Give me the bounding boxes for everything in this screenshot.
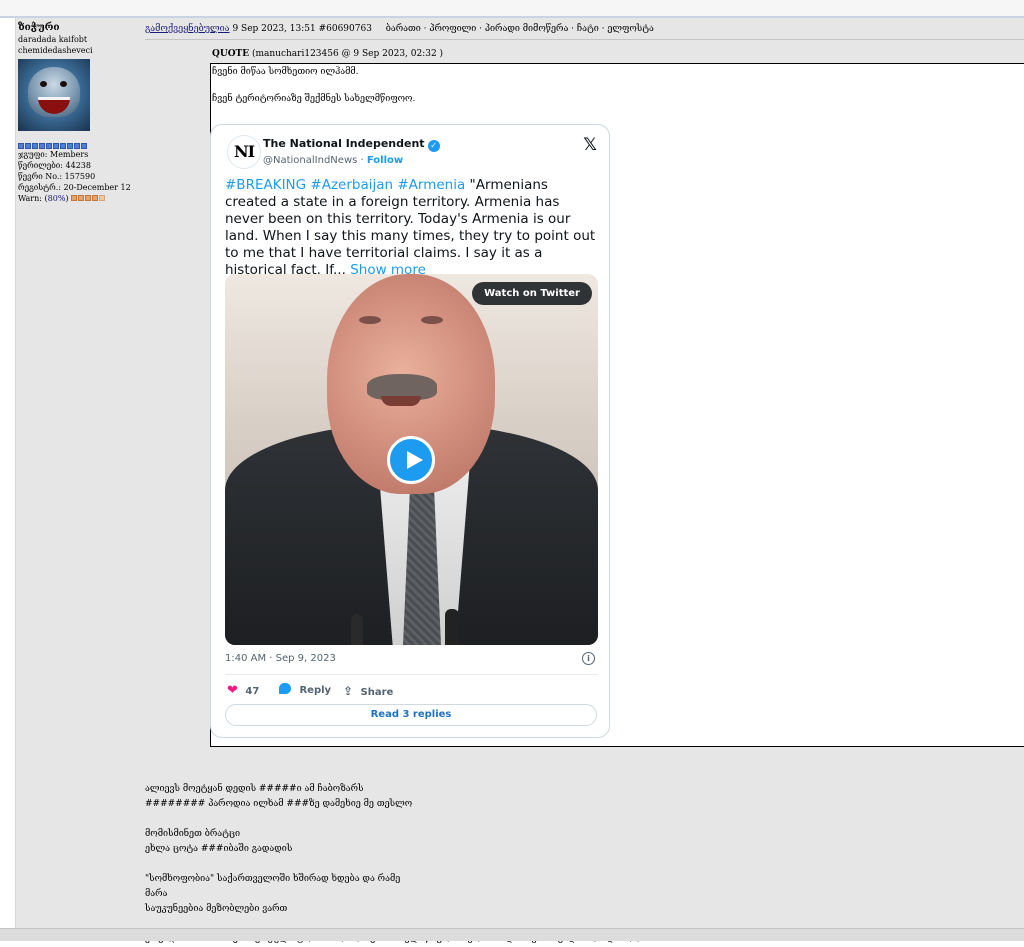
user-info-column: ზიჭური daradada kaifobt chemidedasheveci… — [18, 22, 138, 204]
warn-pip — [92, 195, 99, 201]
user-posts: წერილები: 44238 — [18, 161, 91, 170]
read-replies-button[interactable]: Read 3 replies — [225, 704, 597, 726]
warn-value[interactable]: 80% — [48, 194, 66, 203]
avatar — [18, 59, 90, 131]
share-icon: ⇪ — [343, 684, 354, 698]
user-group: ჯგუფი: Members — [18, 150, 89, 159]
tweet-logo[interactable]: NI — [227, 135, 261, 169]
top-strip — [0, 0, 1024, 18]
like-count: 47 — [245, 686, 260, 697]
tweet-divider — [225, 674, 597, 675]
user-member-no: წევრი No.: 157590 — [18, 172, 96, 181]
verified-icon: ✓ — [427, 140, 440, 152]
tweet-video[interactable]: Watch on Twitter — [225, 274, 598, 645]
post-id-link[interactable]: #60690763 — [319, 24, 372, 34]
bottom-scrollbar[interactable] — [0, 928, 1024, 941]
user-title-2: chemidedasheveci — [18, 46, 93, 55]
tweet-text: #BREAKING #Azerbaijan #Armenia "Armenian… — [225, 177, 596, 278]
username[interactable]: ზიჭური — [18, 22, 138, 34]
tweet-hashtags[interactable]: #BREAKING #Azerbaijan #Armenia — [225, 177, 465, 193]
warn-pip — [71, 195, 78, 201]
post-body: ალიევს მოეტყან დედის #####ი ამ ჩაბოზარს … — [145, 784, 644, 944]
post-datetime: 9 Sep 2023, 13:51 — [232, 24, 316, 34]
tweet-actions: ❤ 47 Reply ⇪ Share — [225, 682, 597, 700]
follow-link[interactable]: Follow — [367, 155, 403, 166]
tweet-handle: @NationalIndNews · Follow — [263, 155, 404, 166]
tweet-timestamp[interactable]: 1:40 AM · Sep 9, 2023 — [225, 653, 336, 664]
quote-line-1: ჩვენი მიწაა სომხეთიო ილჰამმ. — [212, 67, 359, 77]
reply-button[interactable]: Reply — [279, 682, 331, 700]
x-logo-icon[interactable]: 𝕏 — [583, 135, 597, 155]
reply-bubble-icon — [279, 683, 291, 694]
quote-meta: (manuchari123456 @ 9 Sep 2023, 02:32 ) — [251, 49, 444, 59]
like-button[interactable]: ❤ 47 — [227, 682, 259, 701]
user-title-1: daradada kaifobt — [18, 35, 88, 44]
warn-pip — [99, 195, 106, 201]
post-header: გამოქვეყნებულია 9 Sep 2023, 13:51 #60690… — [145, 24, 654, 34]
post-header-links[interactable]: ბარათი · პროფილი · პირადი მიმოწერა · ჩატ… — [386, 24, 654, 34]
quote-line-2: ჩვენ ტერიტორიაზე შექმნეს სახელმწიფოო. — [212, 94, 416, 104]
embedded-tweet[interactable]: NI The National Independent ✓ @NationalIn… — [210, 124, 610, 738]
left-gutter — [0, 18, 16, 940]
info-icon[interactable]: i — [582, 652, 595, 665]
header-divider — [145, 39, 1024, 40]
posted-link[interactable]: გამოქვეყნებულია — [145, 24, 230, 34]
user-registered: რეგისტრ.: 20-December 12 — [18, 183, 131, 192]
heart-icon: ❤ — [227, 683, 238, 698]
warn-pip — [78, 195, 85, 201]
tweet-account-name[interactable]: The National Independent ✓ — [263, 137, 440, 152]
watch-on-twitter-button[interactable]: Watch on Twitter — [472, 282, 592, 305]
play-icon[interactable] — [387, 436, 435, 484]
user-warn: Warn: (80%) — [18, 193, 138, 204]
share-button[interactable]: ⇪ Share — [343, 682, 393, 702]
warn-pip — [85, 195, 92, 201]
quote-label: QUOTE (manuchari123456 @ 9 Sep 2023, 02:… — [212, 49, 444, 59]
rank-pips — [18, 141, 138, 149]
